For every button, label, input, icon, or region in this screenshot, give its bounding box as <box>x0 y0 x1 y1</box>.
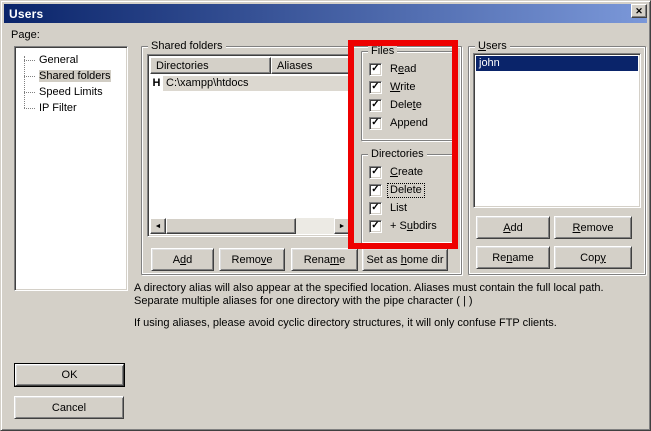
window-title: Users <box>9 7 43 21</box>
write-checkbox[interactable]: ✓ <box>369 81 382 94</box>
dirs-list-checkbox-row: ✓ List <box>369 201 409 215</box>
users-list[interactable]: john <box>473 53 641 208</box>
list-checkbox[interactable]: ✓ <box>369 202 382 215</box>
users-rename-button[interactable]: Rename <box>476 246 550 269</box>
write-label: Write <box>388 81 417 94</box>
page-item-shared-folders[interactable]: Shared folders <box>15 68 127 84</box>
create-label: Create <box>388 166 425 179</box>
alias-note: A directory alias will also appear at th… <box>134 282 636 308</box>
cancel-button[interactable]: Cancel <box>14 396 124 419</box>
folders-remove-button[interactable]: Remove <box>219 248 285 271</box>
files-delete-checkbox-row: ✓ Delete <box>369 98 424 112</box>
read-label: Read <box>388 63 418 76</box>
scroll-left-button[interactable]: ◄ <box>150 218 166 234</box>
dirs-subdirs-checkbox-row: ✓ + Subdirs <box>369 219 439 233</box>
dirs-delete-label: Delete <box>388 184 424 197</box>
page-item-ip-filter[interactable]: IP Filter <box>15 100 127 116</box>
append-label: Append <box>388 117 430 130</box>
files-append-checkbox-row: ✓ Append <box>369 116 430 130</box>
create-checkbox[interactable]: ✓ <box>369 166 382 179</box>
subdirs-checkbox[interactable]: ✓ <box>369 220 382 233</box>
directories-group-label: Directories <box>368 148 427 160</box>
dirs-delete-checkbox[interactable]: ✓ <box>369 184 382 197</box>
directory-row[interactable]: H C:\xampp\htdocs <box>150 75 350 91</box>
scroll-right-icon: ► <box>339 223 346 230</box>
close-button[interactable]: ✕ <box>631 4 647 18</box>
titlebar[interactable]: Users <box>4 4 647 23</box>
files-delete-checkbox[interactable]: ✓ <box>369 99 382 112</box>
users-copy-button[interactable]: Copy <box>554 246 632 269</box>
files-delete-label: Delete <box>388 99 424 112</box>
directory-path: C:\xampp\htdocs <box>163 76 350 91</box>
user-row-john[interactable]: john <box>476 56 638 71</box>
cyclic-note: If using aliases, please avoid cyclic di… <box>134 317 636 330</box>
users-dialog: Users ✕ Page: General Shared folders Spe… <box>0 0 651 431</box>
page-item-general[interactable]: General <box>15 52 127 68</box>
column-header-aliases[interactable]: Aliases <box>271 57 350 74</box>
files-write-checkbox-row: ✓ Write <box>369 80 417 94</box>
shared-folders-group-label: Shared folders <box>148 40 226 52</box>
home-flag: H <box>150 77 163 89</box>
files-group-label: Files <box>368 45 397 57</box>
set-as-home-dir-button[interactable]: Set as home dir <box>362 248 448 271</box>
users-remove-button[interactable]: Remove <box>554 216 632 239</box>
horizontal-scrollbar[interactable]: ◄ ► <box>150 218 350 234</box>
users-add-button[interactable]: Add <box>476 216 550 239</box>
users-group-label: Users <box>475 40 510 52</box>
subdirs-label: + Subdirs <box>388 220 439 233</box>
column-header-directories[interactable]: Directories <box>150 57 271 74</box>
page-item-speed-limits[interactable]: Speed Limits <box>15 84 127 100</box>
files-read-checkbox-row: ✓ Read <box>369 62 418 76</box>
ok-button[interactable]: OK <box>15 364 124 386</box>
page-list: General Shared folders Speed Limits IP F… <box>14 46 128 291</box>
help-notes: A directory alias will also appear at th… <box>134 282 636 339</box>
listview-header: Directories Aliases <box>150 57 350 74</box>
append-checkbox[interactable]: ✓ <box>369 117 382 130</box>
folders-add-button[interactable]: Add <box>151 248 214 271</box>
scroll-left-icon: ◄ <box>155 223 162 230</box>
read-checkbox[interactable]: ✓ <box>369 63 382 76</box>
scrollbar-thumb[interactable] <box>166 218 296 234</box>
close-icon: ✕ <box>635 7 643 16</box>
shared-folders-listview[interactable]: Directories Aliases H C:\xampp\htdocs ◄ … <box>147 54 353 237</box>
page-label: Page: <box>11 29 40 41</box>
list-label: List <box>388 202 409 215</box>
scroll-right-button[interactable]: ► <box>334 218 350 234</box>
dirs-create-checkbox-row: ✓ Create <box>369 165 425 179</box>
dirs-delete-checkbox-row: ✓ Delete <box>369 183 424 197</box>
folders-rename-button[interactable]: Rename <box>291 248 358 271</box>
